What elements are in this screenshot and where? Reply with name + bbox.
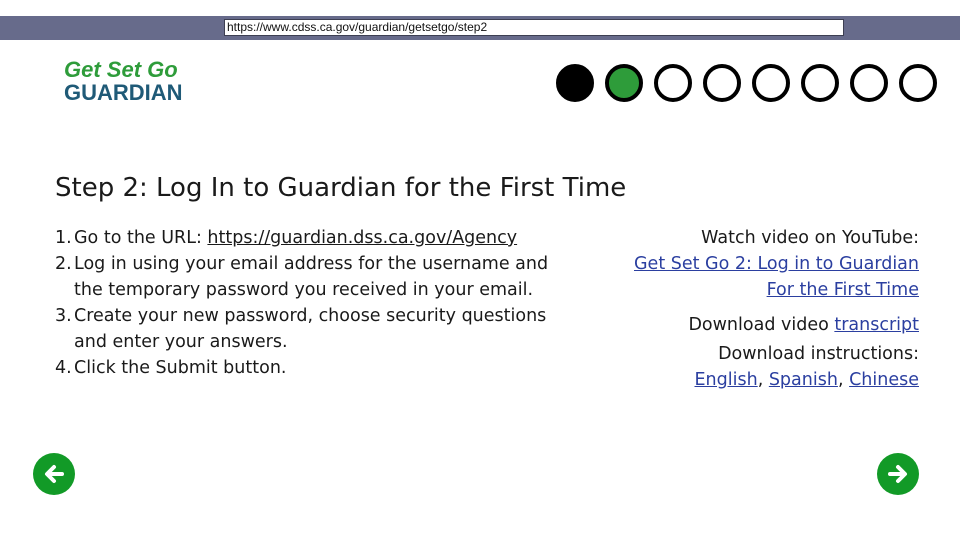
step-progress-indicator: [556, 64, 937, 102]
youtube-video-link-line-2[interactable]: For the First Time: [767, 280, 919, 300]
progress-step-4[interactable]: [703, 64, 741, 102]
logo: Get Set Go GUARDIAN: [64, 58, 214, 104]
youtube-video-link[interactable]: Get Set Go 2: Log in to Guardian: [634, 254, 919, 274]
instruction-text: Create your new password, choose securit…: [74, 306, 547, 352]
arrow-right-icon: [888, 465, 907, 483]
arrow-left-icon: [45, 465, 64, 483]
download-instructions-label: Download instructions:: [718, 344, 919, 364]
instruction-number: 4.: [55, 358, 72, 378]
resources-panel: Watch video on YouTube: Get Set Go 2: Lo…: [599, 225, 919, 393]
address-bar[interactable]: https://www.cdss.ca.gov/guardian/getsetg…: [224, 19, 844, 36]
chinese-link[interactable]: Chinese: [849, 370, 919, 390]
guardian-url-link[interactable]: https://guardian.dss.ca.gov/Agency: [207, 228, 517, 248]
instruction-text-prefix: Go to the URL:: [74, 228, 208, 248]
progress-step-6[interactable]: [801, 64, 839, 102]
instruction-text: Click the Submit button.: [74, 358, 287, 378]
instruction-number: 1.: [55, 228, 72, 248]
transcript-label: Download video: [688, 315, 835, 335]
progress-step-8[interactable]: [899, 64, 937, 102]
next-step-button[interactable]: [877, 453, 919, 495]
page-title: Step 2: Log In to Guardian for the First…: [55, 173, 627, 203]
logo-line-1: Get Set Go: [64, 57, 178, 82]
language-links: English, Spanish, Chinese: [599, 367, 919, 393]
progress-step-3[interactable]: [654, 64, 692, 102]
transcript-link[interactable]: transcript: [834, 315, 919, 335]
progress-step-2[interactable]: [605, 64, 643, 102]
progress-step-1[interactable]: [556, 64, 594, 102]
previous-step-button[interactable]: [33, 453, 75, 495]
transcript-row: Download video transcript: [599, 312, 919, 338]
separator: ,: [837, 370, 850, 390]
instruction-item: 2. Log in using your email address for t…: [55, 251, 575, 303]
instruction-item: 4. Click the Submit button.: [55, 355, 575, 381]
progress-step-5[interactable]: [752, 64, 790, 102]
watch-video-label: Watch video on YouTube:: [701, 228, 919, 248]
english-link[interactable]: English: [694, 370, 757, 390]
progress-step-7[interactable]: [850, 64, 888, 102]
instruction-text: Log in using your email address for the …: [74, 254, 549, 300]
instruction-text: Go to the URL: https://guardian.dss.ca.g…: [74, 225, 517, 251]
instruction-number: 2.: [55, 254, 72, 274]
spanish-link[interactable]: Spanish: [769, 370, 838, 390]
instruction-item: 1. Go to the URL: https://guardian.dss.c…: [55, 225, 575, 251]
instruction-number: 3.: [55, 306, 72, 326]
instruction-list: 1. Go to the URL: https://guardian.dss.c…: [55, 225, 575, 381]
instruction-item: 3. Create your new password, choose secu…: [55, 303, 575, 355]
separator: ,: [757, 370, 769, 390]
logo-line-2: GUARDIAN: [64, 80, 183, 105]
